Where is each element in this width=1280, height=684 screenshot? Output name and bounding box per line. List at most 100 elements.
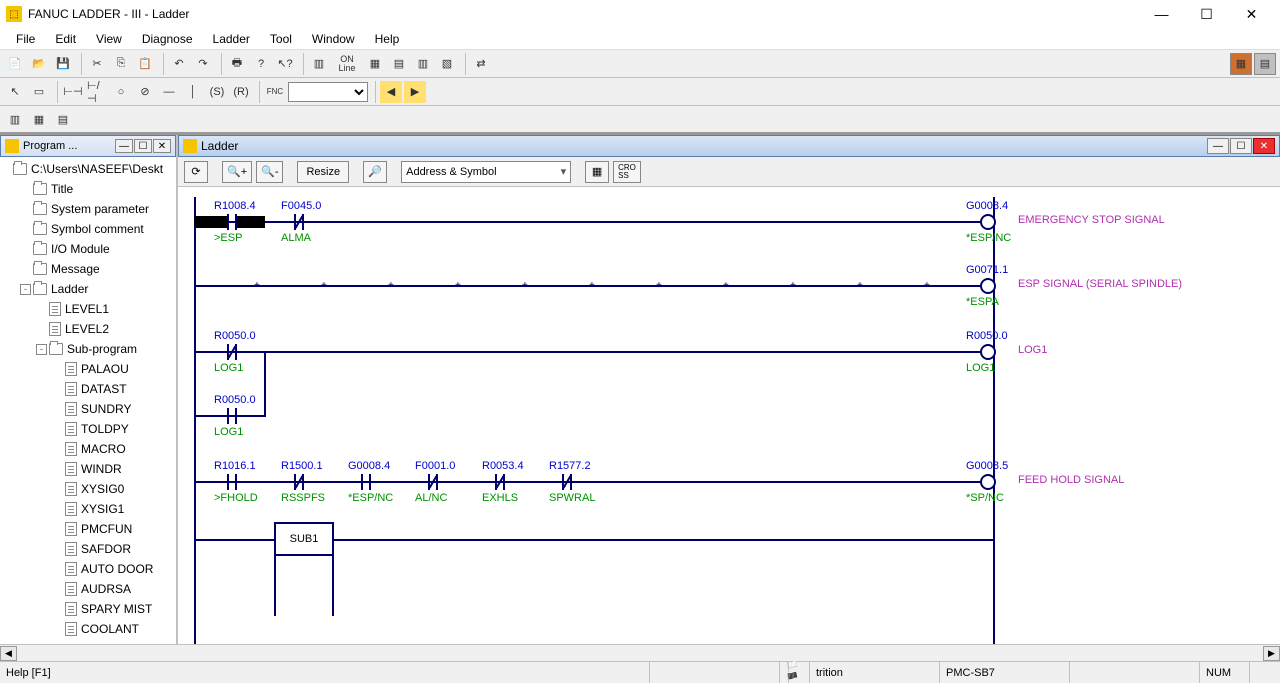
reset-coil-tool[interactable]: (R) [230,81,252,103]
ladder-maximize-button[interactable]: ☐ [1230,138,1252,154]
tree-item[interactable]: Symbol comment [0,219,176,239]
expand-icon[interactable]: - [36,344,47,355]
zoom-out-button[interactable]: 🔍- [256,161,283,183]
set-coil-tool[interactable]: (S) [206,81,228,103]
contact-no[interactable] [222,408,242,424]
close-button[interactable]: ✕ [1229,0,1274,28]
menu-view[interactable]: View [86,30,132,48]
tree-item[interactable]: LEVEL1 [0,299,176,319]
menu-window[interactable]: Window [302,30,365,48]
paste-button[interactable]: 📋 [134,53,156,75]
contact-nc[interactable] [557,474,577,490]
help-button[interactable]: ? [250,53,272,75]
side-maximize-button[interactable]: ☐ [134,139,152,153]
redo-button[interactable]: ↷ [192,53,214,75]
select-tool[interactable]: ↖ [4,81,26,103]
contact-no[interactable] [222,474,242,490]
menu-file[interactable]: File [6,30,45,48]
program-tree[interactable]: C:\Users\NASEEF\Deskt TitleSystem parame… [0,157,176,644]
context-help-button[interactable]: ↖? [274,53,296,75]
tree-item[interactable]: COOLANT [0,619,176,639]
tree-item[interactable]: Title [0,179,176,199]
tree-item[interactable]: SPARY MIST [0,599,176,619]
tree-item[interactable]: PMCFUN [0,519,176,539]
ladder-minimize-button[interactable]: — [1207,138,1229,154]
scroll-right-button[interactable]: ▶ [1263,646,1280,661]
menu-tool[interactable]: Tool [260,30,302,48]
tree-item[interactable]: DATAST [0,379,176,399]
menu-ladder[interactable]: Ladder [203,30,260,48]
contact-no[interactable] [356,474,376,490]
cross-button[interactable]: CROSS [613,161,641,183]
vline-tool[interactable]: │ [182,81,204,103]
side-close-button[interactable]: ✕ [153,139,171,153]
coil-tool[interactable]: ○ [110,81,132,103]
tree-item[interactable]: SUNDRY [0,399,176,419]
tree-item[interactable]: WINDR [0,459,176,479]
tool-3-button[interactable]: ▥ [412,53,434,75]
hline-tool[interactable]: — [158,81,180,103]
tool-5-button[interactable]: ⇄ [470,53,492,75]
coil[interactable] [980,214,996,230]
function-select[interactable] [288,82,368,102]
menu-edit[interactable]: Edit [45,30,86,48]
monitor-button[interactable]: ▥ [308,53,330,75]
open-button[interactable]: 📂 [28,53,50,75]
print-button[interactable]: 🖶 [226,53,248,75]
zoom-in-button[interactable]: 🔍+ [222,161,252,183]
undo-button[interactable]: ↶ [168,53,190,75]
side-minimize-button[interactable]: — [115,139,133,153]
tree-item[interactable]: TOLDPY [0,419,176,439]
tree-item[interactable]: SAFDOR [0,539,176,559]
refresh-button[interactable]: ⟳ [184,161,208,183]
function-tool[interactable]: FNC [264,81,286,103]
coil[interactable] [980,278,996,294]
cut-button[interactable]: ✂ [86,53,108,75]
horizontal-scrollbar[interactable]: ◀ ▶ [0,644,1280,661]
contact-nc-tool[interactable]: ⊢/⊣ [86,81,108,103]
save-button[interactable]: 💾 [52,53,74,75]
menu-diagnose[interactable]: Diagnose [132,30,203,48]
resize-button[interactable]: Resize [297,161,349,183]
menu-help[interactable]: Help [365,30,410,48]
contact-nc[interactable] [289,214,309,230]
edit-tool[interactable]: ▭ [28,81,50,103]
maximize-button[interactable]: ☐ [1184,0,1229,28]
view-1-button[interactable]: ▥ [4,108,26,130]
tree-item[interactable]: System parameter [0,199,176,219]
contact-nc[interactable] [289,474,309,490]
display-mode-select[interactable]: Address & Symbol [401,161,571,183]
scroll-left-button[interactable]: ◀ [0,646,17,661]
copy-button[interactable]: ⎘ [110,53,132,75]
coil[interactable] [980,474,996,490]
ladder-diagram[interactable]: R1008.4>ESPF0045.0ALMAG0008.4*ESP/NCEMER… [178,187,1280,644]
coil-nc-tool[interactable]: ⊘ [134,81,156,103]
tree-item[interactable]: XYSIG1 [0,499,176,519]
ladder-close-button[interactable]: ✕ [1253,138,1275,154]
tree-item[interactable]: I/O Module [0,239,176,259]
tool-1-button[interactable]: ▦ [364,53,386,75]
contact-nc[interactable] [423,474,443,490]
expand-icon[interactable]: - [20,284,31,295]
view-3-button[interactable]: ▤ [52,108,74,130]
tree-item[interactable]: -Ladder [0,279,176,299]
tree-item[interactable]: LEVEL2 [0,319,176,339]
tree-item[interactable]: PALAOU [0,359,176,379]
nav-prev-button[interactable]: ◀ [380,81,402,103]
minimize-button[interactable]: — [1139,0,1184,28]
tree-root[interactable]: C:\Users\NASEEF\Deskt [0,159,176,179]
tree-item[interactable]: -Sub-program [0,339,176,359]
contact-no-tool[interactable]: ⊢⊣ [62,81,84,103]
view-2-button[interactable]: ▦ [28,108,50,130]
tree-item[interactable]: AUTO DOOR [0,559,176,579]
grid-button[interactable]: ▦ [585,161,609,183]
tool-2-button[interactable]: ▤ [388,53,410,75]
contact-nc[interactable] [490,474,510,490]
tree-item[interactable]: Message [0,259,176,279]
panel-1-button[interactable]: ▦ [1230,53,1252,75]
tool-4-button[interactable]: ▧ [436,53,458,75]
coil[interactable] [980,344,996,360]
nav-next-button[interactable]: ▶ [404,81,426,103]
tree-item[interactable]: MACRO [0,439,176,459]
tree-item[interactable]: XYSIG0 [0,479,176,499]
